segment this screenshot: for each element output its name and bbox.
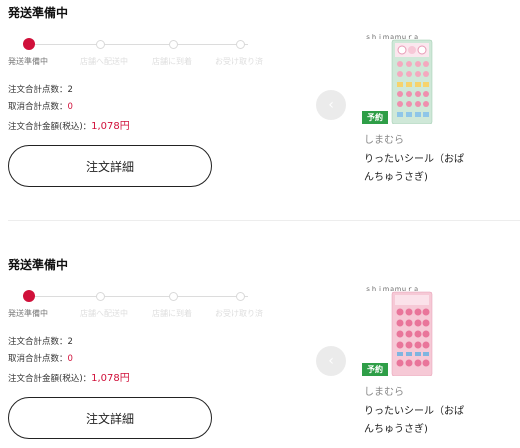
order-total-value: 1,078円 (91, 121, 130, 132)
progress-dot (96, 292, 105, 301)
order-count: 注文合計点数：2 (8, 83, 73, 95)
order-status-title: 発送準備中 (8, 258, 69, 272)
product-image[interactable]: ｓｈｉｍａｍｕｒａ (362, 30, 440, 125)
step-label: 店舗へ配送中 (80, 57, 128, 66)
cancel-count-label: 取消合計点数： (8, 354, 68, 364)
cancel-count-value: 0 (67, 102, 73, 112)
progress-track (28, 296, 248, 297)
step-label: 店舗へ配送中 (80, 309, 128, 318)
sticker-sheet-image: ｓｈｉｍａｍｕｒａ (362, 282, 440, 377)
order-total: 注文合計金額(税込)：1,078円 (8, 117, 130, 132)
progress-dot (169, 292, 178, 301)
step-label: お受け取り済 (215, 309, 263, 318)
order-count-value: 2 (67, 337, 73, 347)
order-detail-button[interactable]: 注文詳細 (8, 397, 212, 439)
chevron-left-icon: ‹ (328, 353, 334, 369)
order-total-value: 1,078円 (91, 373, 130, 384)
progress-dot (96, 40, 105, 49)
order-count: 注文合計点数：2 (8, 335, 73, 347)
progress-dot (169, 40, 178, 49)
step-label: 発送準備中 (8, 309, 48, 318)
product-brand: しまむら (364, 135, 404, 146)
progress-dot-active (23, 290, 35, 302)
product-brand: しまむら (364, 387, 404, 398)
progress-track (28, 44, 248, 45)
order-divider (8, 220, 520, 221)
product-name[interactable]: りったいシール（おぱんちゅうさぎ) (364, 151, 464, 187)
reservation-badge: 予約 (362, 363, 388, 376)
order-count-label: 注文合計点数： (8, 85, 68, 95)
order-detail-button[interactable]: 注文詳細 (8, 145, 212, 187)
progress-dot (236, 40, 245, 49)
order-count-value: 2 (67, 85, 73, 95)
step-label: 店舗に到着 (152, 309, 192, 318)
order-status-title: 発送準備中 (8, 6, 69, 20)
step-label: 発送準備中 (8, 57, 48, 66)
reservation-badge: 予約 (362, 111, 388, 124)
step-label: お受け取り済 (215, 57, 263, 66)
chevron-left-icon: ‹ (328, 97, 334, 113)
cancel-count: 取消合計点数：0 (8, 100, 73, 112)
order-progress: 発送準備中 店舗へ配送中 店舗に到着 お受け取り済 (8, 36, 278, 66)
order-total: 注文合計金額(税込)：1,078円 (8, 369, 130, 384)
cancel-count: 取消合計点数：0 (8, 352, 73, 364)
order-count-label: 注文合計点数： (8, 337, 68, 347)
cancel-count-label: 取消合計点数： (8, 102, 68, 112)
sticker-sheet-image: ｓｈｉｍａｍｕｒａ (362, 30, 440, 125)
order-progress: 発送準備中 店舗へ配送中 店舗に到着 お受け取り済 (8, 288, 278, 318)
carousel-prev-button[interactable]: ‹ (316, 90, 346, 120)
product-image[interactable]: ｓｈｉｍａｍｕｒａ (362, 282, 440, 377)
order-total-label: 注文合計金額(税込)： (8, 122, 92, 132)
product-name[interactable]: りったいシール（おぱんちゅうさぎ) (364, 403, 464, 439)
progress-dot (236, 292, 245, 301)
order-total-label: 注文合計金額(税込)： (8, 374, 92, 384)
step-label: 店舗に到着 (152, 57, 192, 66)
carousel-prev-button[interactable]: ‹ (316, 346, 346, 376)
cancel-count-value: 0 (67, 354, 73, 364)
progress-dot-active (23, 38, 35, 50)
